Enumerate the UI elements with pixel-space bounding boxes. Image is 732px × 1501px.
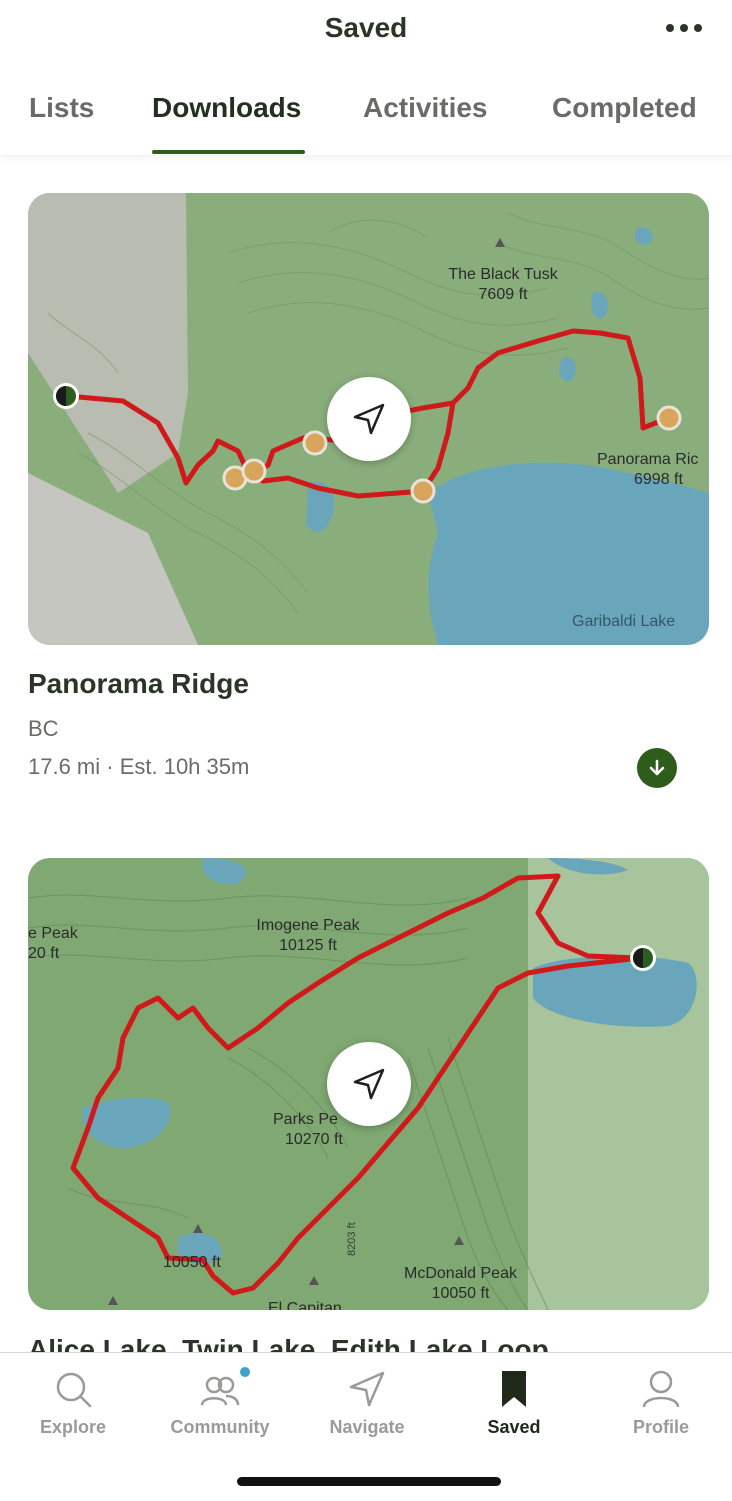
map-label-left-peak: e Peak 20 ft xyxy=(28,924,78,964)
navigate-icon xyxy=(349,1371,385,1407)
profile-icon xyxy=(642,1370,680,1408)
peak-elevation: 6998 ft xyxy=(634,471,683,488)
community-icon xyxy=(200,1376,240,1406)
tab-lists[interactable]: Lists xyxy=(29,92,94,124)
app-header: Saved Lists Downloads Activities Complet… xyxy=(0,0,732,155)
peak-elevation: 10050 ft xyxy=(431,1285,490,1302)
peak-name: Panorama Ric xyxy=(597,451,699,468)
map-label-mcdonald: McDonald Peak 10050 ft xyxy=(393,1264,528,1304)
tab-explore[interactable]: Explore xyxy=(0,1353,146,1453)
tab-navigate[interactable]: Navigate xyxy=(294,1353,440,1453)
search-icon xyxy=(56,1372,92,1408)
active-tab-indicator xyxy=(152,150,305,154)
bookmark-icon xyxy=(502,1371,526,1407)
navigate-arrow-icon xyxy=(353,1068,385,1100)
trail-map-panorama-ridge[interactable]: The Black Tusk 7609 ft Panorama Ric 6998… xyxy=(28,193,709,645)
tab-label: Saved xyxy=(487,1417,541,1437)
tab-label: Profile xyxy=(632,1417,689,1437)
map-label-imogene: Imogene Peak 10125 ft xyxy=(233,916,383,956)
map-label-black-tusk: The Black Tusk 7609 ft xyxy=(428,265,578,305)
map-contour-label: 8203 ft xyxy=(346,1222,358,1256)
navigate-button[interactable] xyxy=(327,1042,411,1126)
map-label-peak3: 10050 ft xyxy=(163,1254,221,1271)
home-indicator xyxy=(237,1477,501,1486)
map-label-panorama: Panorama Ric 6998 ft xyxy=(597,450,709,490)
tab-label: Navigate xyxy=(329,1417,405,1437)
tab-downloads[interactable]: Downloads xyxy=(152,92,301,124)
navigate-arrow-icon xyxy=(353,403,385,435)
peak-elevation: 7609 ft xyxy=(478,286,528,303)
downloaded-badge[interactable] xyxy=(637,748,677,788)
more-horizontal-icon xyxy=(666,24,702,32)
trail-map-alice-lake[interactable]: e Peak 20 ft Imogene Peak 10125 ft Parks… xyxy=(28,858,709,1310)
peak-name: e Peak xyxy=(28,925,78,942)
more-options-button[interactable] xyxy=(664,10,704,46)
tab-label: Explore xyxy=(39,1417,107,1437)
tab-completed[interactable]: Completed xyxy=(552,92,697,124)
tab-label: Community xyxy=(170,1417,270,1437)
map-label-lake: Garibaldi Lake xyxy=(572,613,676,630)
tab-activities[interactable]: Activities xyxy=(363,92,488,124)
trail-stats: 17.6 mi · Est. 10h 35m xyxy=(28,754,250,779)
trail-title[interactable]: Panorama Ridge xyxy=(28,668,249,700)
tab-saved[interactable]: Saved xyxy=(441,1353,587,1453)
download-icon xyxy=(649,759,665,776)
page-title: Saved xyxy=(324,12,408,43)
saved-tabs: Lists Downloads Activities Completed xyxy=(0,92,732,155)
peak-name: McDonald Peak xyxy=(404,1265,517,1282)
navigate-button[interactable] xyxy=(327,377,411,461)
tab-community[interactable]: Community xyxy=(147,1353,293,1453)
peak-elevation: 10270 ft xyxy=(285,1131,343,1148)
map-label-bottom: El Capitan xyxy=(268,1300,342,1310)
notification-dot xyxy=(240,1367,250,1377)
peak-elevation: 20 ft xyxy=(28,945,60,962)
tab-profile[interactable]: Profile xyxy=(588,1353,732,1453)
peak-elevation: 10125 ft xyxy=(279,937,337,954)
peak-name: Imogene Peak xyxy=(256,917,360,934)
peak-name: The Black Tusk xyxy=(448,266,558,283)
trail-region: BC xyxy=(28,716,59,741)
